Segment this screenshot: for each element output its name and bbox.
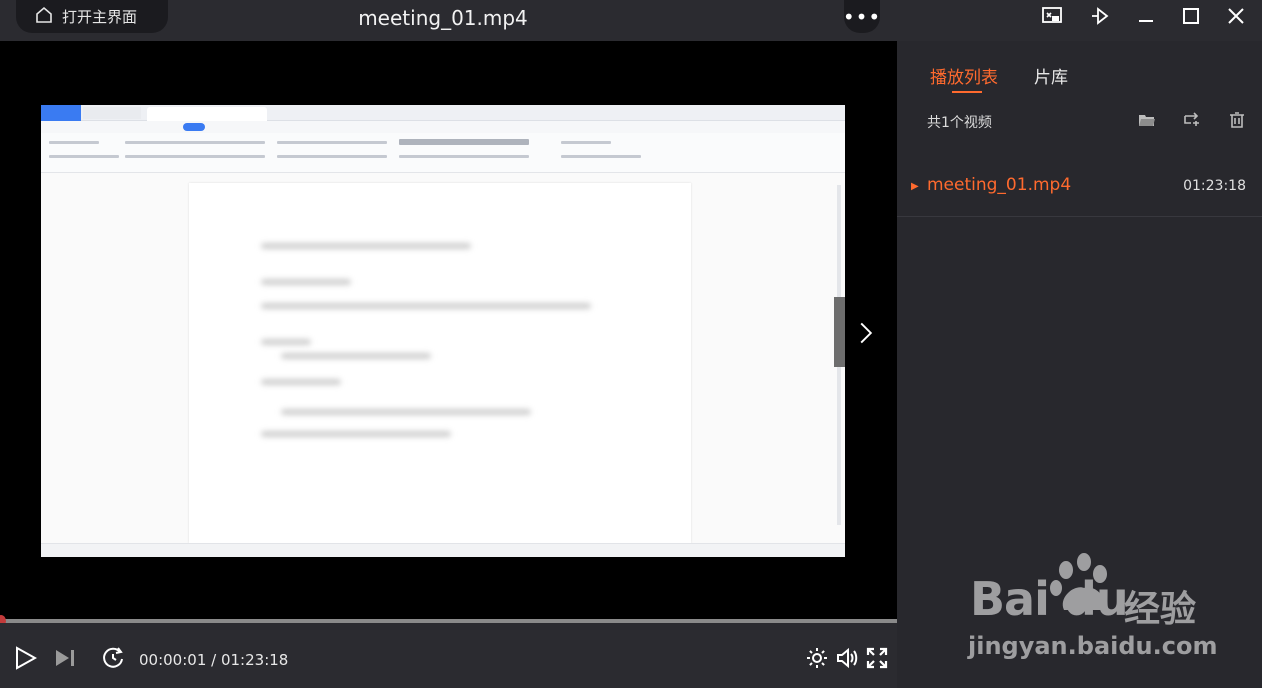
loop-timer-icon[interactable]	[100, 645, 126, 671]
panel-collapse-handle[interactable]	[834, 297, 845, 367]
close-icon[interactable]	[1224, 4, 1248, 28]
mini-mode-icon[interactable]	[1040, 4, 1064, 28]
video-count: 共1个视频	[927, 115, 992, 131]
video-content-document	[41, 173, 845, 543]
open-folder-icon[interactable]	[1137, 110, 1157, 130]
playlist-item-duration: 01:23:18	[1183, 178, 1246, 194]
playlist-item-name: meeting_01.mp4	[927, 175, 1072, 195]
delete-icon[interactable]	[1227, 110, 1247, 130]
play-button[interactable]	[12, 645, 38, 671]
watermark-suffix: 经验	[1124, 589, 1197, 630]
minimize-icon[interactable]	[1134, 4, 1158, 28]
video-frame	[41, 105, 845, 557]
fullscreen-icon[interactable]	[864, 645, 890, 671]
total-time: 01:23:18	[220, 651, 289, 669]
watermark-url: jingyan.baidu.com	[968, 632, 1218, 660]
title-bar: 打开主界面 meeting_01.mp4 •••	[0, 0, 1262, 41]
video-content-ribbon	[41, 133, 845, 173]
window-title: meeting_01.mp4	[358, 6, 528, 30]
tab-playlist[interactable]: 播放列表	[930, 63, 998, 88]
baidu-jingyan-watermark: Bai du 经验 jingyan.baidu.com	[964, 552, 1234, 664]
tab-library[interactable]: 片库	[1034, 63, 1068, 88]
control-bar: 00:00:01 / 01:23:18	[0, 623, 897, 688]
video-content-statusbar	[41, 543, 845, 557]
current-time: 00:00:01	[139, 651, 207, 669]
time-display: 00:00:01 / 01:23:18	[139, 651, 288, 669]
video-content-tabs	[41, 105, 845, 121]
next-track-icon[interactable]	[52, 645, 78, 671]
video-content-menu	[41, 121, 845, 133]
now-playing-icon: ▶	[911, 181, 919, 192]
next-arrow-icon[interactable]	[852, 313, 880, 353]
active-tab-indicator	[952, 91, 982, 93]
playlist-item[interactable]: ▶ meeting_01.mp4 01:23:18	[897, 169, 1262, 217]
settings-gear-icon[interactable]	[804, 645, 830, 671]
maximize-icon[interactable]	[1179, 4, 1203, 28]
more-options-button[interactable]: •••	[843, 0, 880, 33]
video-viewport[interactable]	[0, 41, 897, 619]
volume-icon[interactable]	[834, 645, 860, 671]
watermark-brand: Bai du	[970, 572, 1129, 626]
time-separator: /	[206, 651, 221, 669]
video-player-app: 打开主界面 meeting_01.mp4 ••• 播放列表 片库 共1个视频 ▶…	[0, 0, 1262, 688]
pin-on-top-icon[interactable]	[1088, 4, 1112, 28]
play-order-icon[interactable]	[1182, 110, 1202, 130]
